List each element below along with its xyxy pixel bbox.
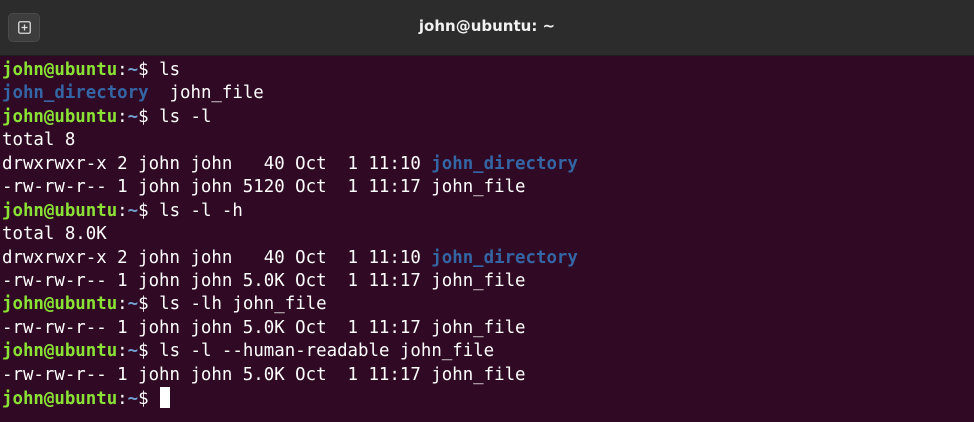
prompt-colon: : [117, 389, 128, 410]
output-text: total 8.0K [2, 224, 107, 245]
window-title: john@ubuntu: ~ [418, 17, 556, 35]
directory-name: john_directory [431, 153, 578, 174]
prompt-colon: : [117, 106, 128, 127]
prompt-path: ~ [127, 294, 139, 315]
output-line: john_directory john_file [2, 82, 972, 105]
listing-row: drwxrwxr-x 2 john john 40 Oct 1 11:10 jo… [2, 247, 972, 270]
listing-row: drwxrwxr-x 2 john john 40 Oct 1 11:10 jo… [2, 153, 972, 176]
prompt-symbol: $ [138, 294, 160, 315]
terminal-window: john@ubuntu: ~ john@ubuntu:~$ ls john_dir… [0, 0, 974, 422]
file-name: john_file [431, 270, 526, 291]
prompt-line: john@ubuntu:~$ ls -l -h [2, 200, 972, 223]
file-name: john_file [431, 364, 526, 385]
prompt-colon: : [117, 200, 128, 221]
prompt-symbol: $ [138, 341, 160, 362]
prompt-path: ~ [127, 200, 139, 221]
command-text: ls -l --human-readable john_file [159, 341, 495, 362]
prompt-user-host: john@ubuntu [2, 341, 118, 362]
prompt-user-host: john@ubuntu [2, 389, 118, 410]
command-text: ls -l [159, 106, 212, 127]
listing-details: -rw-rw-r-- 1 john john 5120 Oct 1 11:17 [2, 177, 432, 198]
prompt-colon: : [117, 294, 128, 315]
command-text: ls -l -h [159, 200, 243, 221]
prompt-symbol: $ [138, 389, 160, 410]
prompt-user-host: john@ubuntu [2, 60, 118, 80]
prompt-line: john@ubuntu:~$ ls -l [2, 106, 972, 129]
separator [149, 83, 170, 103]
prompt-symbol: $ [138, 106, 160, 127]
listing-details: -rw-rw-r-- 1 john john 5.0K Oct 1 11:17 [2, 317, 432, 338]
directory-name: john_directory [431, 247, 578, 268]
listing-details: -rw-rw-r-- 1 john john 5.0K Oct 1 11:17 [2, 364, 432, 385]
file-name: john_file [431, 177, 526, 198]
prompt-path: ~ [127, 106, 139, 127]
directory-name: john_directory [2, 83, 149, 104]
terminal-output[interactable]: john@ubuntu:~$ ls john_directory john_fil… [2, 59, 972, 411]
command-text: ls [159, 60, 181, 80]
prompt-path: ~ [127, 60, 139, 80]
prompt-user-host: john@ubuntu [2, 294, 118, 315]
file-name: john_file [169, 83, 264, 104]
output-text: total 8 [2, 130, 76, 151]
prompt-line: john@ubuntu:~$ ls [2, 59, 972, 82]
output-line: total 8.0K [2, 223, 972, 246]
listing-details: drwxrwxr-x 2 john john 40 Oct 1 11:10 [2, 247, 432, 268]
prompt-user-host: john@ubuntu [2, 106, 118, 127]
listing-row: -rw-rw-r-- 1 john john 5.0K Oct 1 11:17 … [2, 270, 972, 293]
command-text: ls -lh john_file [159, 294, 327, 315]
prompt-colon: : [117, 60, 128, 80]
prompt-path: ~ [127, 389, 139, 410]
file-name: john_file [431, 317, 526, 338]
listing-row: -rw-rw-r-- 1 john john 5.0K Oct 1 11:17 … [2, 364, 972, 387]
prompt-user-host: john@ubuntu [2, 200, 118, 221]
title-bar: john@ubuntu: ~ [0, 0, 974, 56]
listing-row: -rw-rw-r-- 1 john john 5120 Oct 1 11:17 … [2, 176, 972, 199]
output-line: total 8 [2, 129, 972, 152]
listing-details: -rw-rw-r-- 1 john john 5.0K Oct 1 11:17 [2, 270, 432, 291]
prompt-line: john@ubuntu:~$ [2, 387, 972, 410]
prompt-symbol: $ [138, 200, 160, 221]
prompt-colon: : [117, 341, 128, 362]
prompt-line: john@ubuntu:~$ ls -l --human-readable jo… [2, 340, 972, 363]
listing-details: drwxrwxr-x 2 john john 40 Oct 1 11:10 [2, 153, 432, 174]
prompt-symbol: $ [138, 60, 160, 80]
prompt-line: john@ubuntu:~$ ls -lh john_file [2, 293, 972, 316]
text-cursor[interactable] [160, 387, 171, 409]
prompt-path: ~ [127, 341, 139, 362]
listing-row: -rw-rw-r-- 1 john john 5.0K Oct 1 11:17 … [2, 317, 972, 340]
